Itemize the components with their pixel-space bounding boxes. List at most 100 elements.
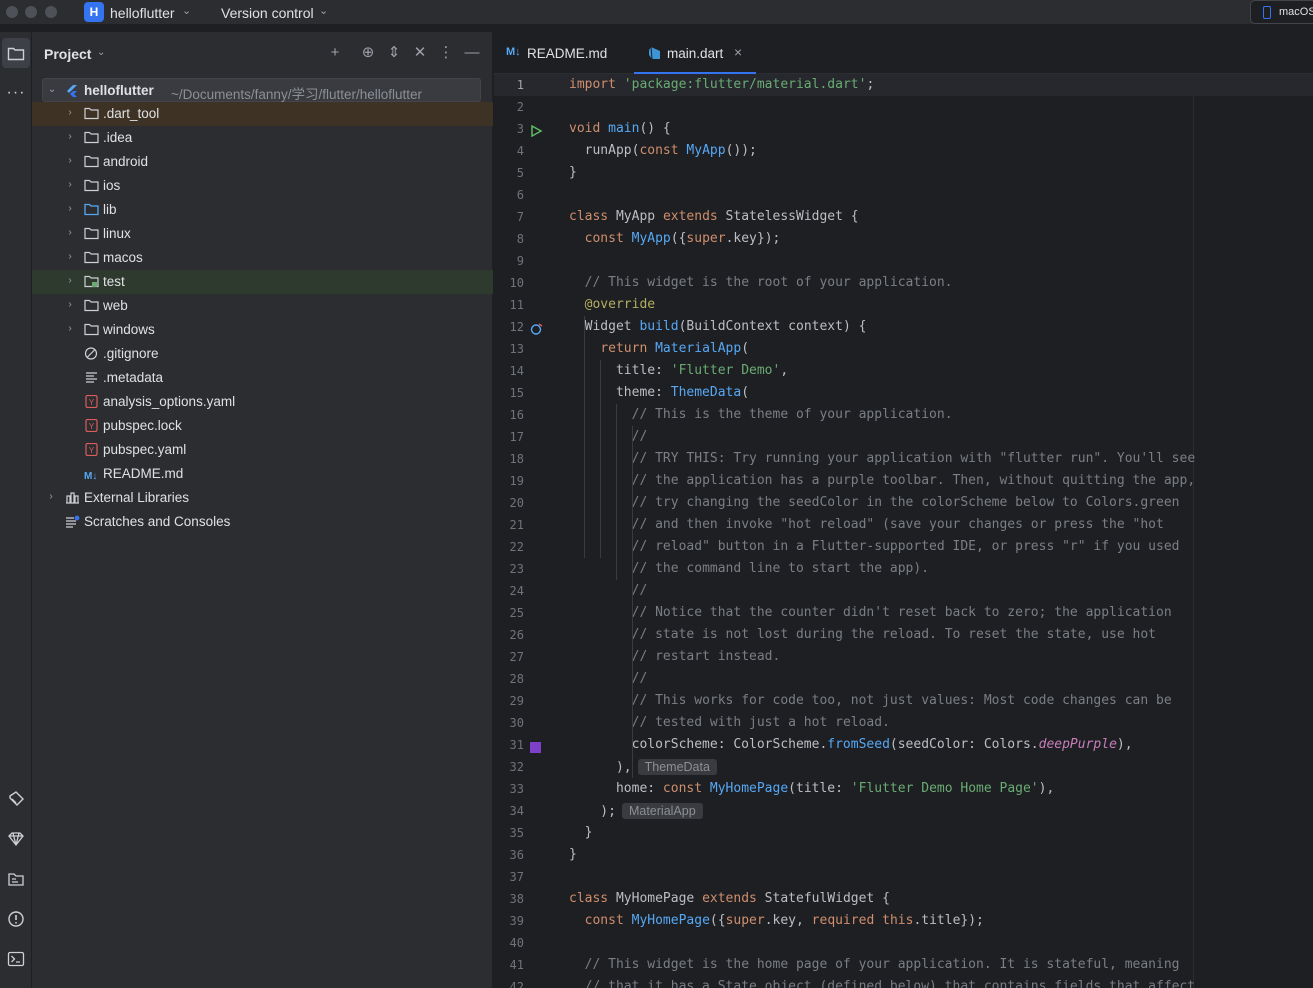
flutter-inspector-button[interactable] bbox=[0, 784, 32, 814]
line-number: 32 bbox=[509, 760, 524, 774]
code-line[interactable]: 9 bbox=[494, 250, 1313, 272]
chevron-right-icon[interactable]: › bbox=[64, 131, 76, 143]
chevron-right-icon[interactable]: › bbox=[64, 275, 76, 287]
tree-root-helloflutter[interactable]: ⌄ helloflutter ~/Documents/fanny/学习/flut… bbox=[42, 78, 481, 102]
code-line[interactable]: 7 class MyApp extends StatelessWidget { bbox=[494, 206, 1313, 228]
close-tab-icon[interactable]: × bbox=[734, 44, 742, 60]
code-line[interactable]: 15 theme: ThemeData( bbox=[494, 382, 1313, 404]
code-line[interactable]: 28 // bbox=[494, 668, 1313, 690]
chevron-right-icon[interactable]: › bbox=[45, 491, 57, 503]
line-number: 21 bbox=[509, 518, 524, 532]
code-line[interactable]: 34 ); MaterialApp bbox=[494, 800, 1313, 822]
code-text: title: 'Flutter Demo', bbox=[569, 363, 789, 378]
chevron-right-icon[interactable]: › bbox=[64, 323, 76, 335]
collapse-all-icon[interactable]: ✕ bbox=[410, 43, 430, 63]
tree-item-android[interactable]: › android bbox=[32, 150, 493, 174]
code-line[interactable]: 37 bbox=[494, 866, 1313, 888]
tree-item-pubspec-lock[interactable]: Ypubspec.lock bbox=[32, 414, 493, 438]
code-line[interactable]: 1 import 'package:flutter/material.dart'; bbox=[494, 74, 1313, 96]
code-editor[interactable]: 1 import 'package:flutter/material.dart';… bbox=[494, 74, 1313, 988]
version-control-menu[interactable]: Version control bbox=[221, 5, 314, 21]
locate-file-icon[interactable]: ⊕ bbox=[358, 43, 378, 63]
project-badge[interactable]: H bbox=[84, 2, 104, 22]
expand-all-icon[interactable]: ⇕ bbox=[384, 43, 404, 63]
code-line[interactable]: 14 title: 'Flutter Demo', bbox=[494, 360, 1313, 382]
code-text: // try changing the seedColor in the col… bbox=[631, 495, 1180, 510]
code-line[interactable]: 32 ), ThemeData bbox=[494, 756, 1313, 778]
device-selector[interactable]: macOS bbox=[1250, 0, 1313, 24]
tree-item-gitignore[interactable]: .gitignore bbox=[32, 342, 493, 366]
chevron-down-icon[interactable]: ⌄ bbox=[46, 84, 58, 96]
chevron-down-icon[interactable]: ⌄ bbox=[319, 4, 328, 17]
tree-item-test[interactable]: › test bbox=[32, 270, 493, 294]
code-line[interactable]: 38 class MyHomePage extends StatefulWidge… bbox=[494, 888, 1313, 910]
tree-item-scratches[interactable]: Scratches and Consoles bbox=[32, 510, 493, 534]
tree-item-analysis-options-yaml[interactable]: Yanalysis_options.yaml bbox=[32, 390, 493, 414]
tree-item-dart-tool[interactable]: › .dart_tool bbox=[32, 102, 493, 126]
tree-item-lib[interactable]: › lib bbox=[32, 198, 493, 222]
dart-devtools-button[interactable] bbox=[0, 864, 32, 894]
code-text: // This widget is the root of your appli… bbox=[584, 275, 953, 290]
chevron-down-icon[interactable]: ⌄ bbox=[182, 4, 191, 17]
code-line[interactable]: 6 bbox=[494, 184, 1313, 206]
line-number: 5 bbox=[516, 166, 524, 180]
project-tool-button[interactable] bbox=[2, 38, 30, 68]
code-line[interactable]: 3 void main() { bbox=[494, 118, 1313, 140]
code-line[interactable]: 41 // This widget is the home page of yo… bbox=[494, 954, 1313, 976]
code-line[interactable]: 10 // This widget is the root of your ap… bbox=[494, 272, 1313, 294]
code-line[interactable]: 26 // state is not lost during the reloa… bbox=[494, 624, 1313, 646]
project-view-selector[interactable]: Project bbox=[44, 46, 91, 62]
problems-button[interactable] bbox=[0, 904, 32, 934]
flutter-performance-button[interactable] bbox=[0, 824, 32, 854]
tab-main-dart[interactable]: main.dart × bbox=[634, 32, 756, 74]
minimize-window-button[interactable] bbox=[25, 6, 37, 18]
more-tools-button[interactable]: ··· bbox=[0, 78, 32, 108]
chevron-down-icon[interactable]: ⌄ bbox=[97, 47, 105, 58]
tab-readme[interactable]: M↓ README.md bbox=[494, 32, 625, 74]
tree-item-idea[interactable]: › .idea bbox=[32, 126, 493, 150]
tree-item-macos[interactable]: › macos bbox=[32, 246, 493, 270]
code-line[interactable]: 29 // This works for code too, not just … bbox=[494, 690, 1313, 712]
code-line[interactable]: 40 bbox=[494, 932, 1313, 954]
chevron-right-icon[interactable]: › bbox=[64, 203, 76, 215]
tree-item-pubspec-yaml[interactable]: Ypubspec.yaml bbox=[32, 438, 493, 462]
tree-item-external-libraries[interactable]: › External Libraries bbox=[32, 486, 493, 510]
chevron-right-icon[interactable]: › bbox=[64, 227, 76, 239]
code-line[interactable]: 39 const MyHomePage({super.key, required… bbox=[494, 910, 1313, 932]
new-file-icon[interactable]: + bbox=[325, 43, 345, 63]
chevron-right-icon[interactable]: › bbox=[64, 179, 76, 191]
code-line[interactable]: 8 const MyApp({super.key}); bbox=[494, 228, 1313, 250]
code-line[interactable]: 2 bbox=[494, 96, 1313, 118]
zoom-window-button[interactable] bbox=[45, 6, 57, 18]
code-line[interactable]: 31 colorScheme: ColorScheme.fromSeed(see… bbox=[494, 734, 1313, 756]
tree-item-readme-md[interactable]: M↓ README.md bbox=[32, 462, 493, 486]
chevron-right-icon[interactable]: › bbox=[64, 155, 76, 167]
markdown-icon: M↓ bbox=[506, 46, 521, 58]
code-line[interactable]: 5} bbox=[494, 162, 1313, 184]
code-line[interactable]: 27 // restart instead. bbox=[494, 646, 1313, 668]
code-line[interactable]: 30 // tested with just a hot reload. bbox=[494, 712, 1313, 734]
code-line[interactable]: 24 // bbox=[494, 580, 1313, 602]
options-icon[interactable]: ⋮ bbox=[436, 43, 456, 63]
tree-item-windows[interactable]: › windows bbox=[32, 318, 493, 342]
close-window-button[interactable] bbox=[6, 6, 18, 18]
code-line[interactable]: 36} bbox=[494, 844, 1313, 866]
code-line[interactable]: 12 Widget build(BuildContext context) { bbox=[494, 316, 1313, 338]
code-line[interactable]: 33 home: const MyHomePage(title: 'Flutte… bbox=[494, 778, 1313, 800]
project-selector[interactable]: helloflutter bbox=[110, 5, 175, 21]
chevron-right-icon[interactable]: › bbox=[64, 107, 76, 119]
chevron-right-icon[interactable]: › bbox=[64, 251, 76, 263]
tree-item-web[interactable]: › web bbox=[32, 294, 493, 318]
code-line[interactable]: 13 return MaterialApp( bbox=[494, 338, 1313, 360]
tree-item-metadata[interactable]: .metadata bbox=[32, 366, 493, 390]
hide-panel-icon[interactable]: — bbox=[462, 43, 482, 63]
code-line[interactable]: 25 // Notice that the counter didn't res… bbox=[494, 602, 1313, 624]
terminal-button[interactable] bbox=[0, 944, 32, 974]
code-line[interactable]: 4 runApp(const MyApp()); bbox=[494, 140, 1313, 162]
code-line[interactable]: 42 // that it has a State object (define… bbox=[494, 976, 1313, 988]
code-line[interactable]: 11 @override bbox=[494, 294, 1313, 316]
tree-item-ios[interactable]: › ios bbox=[32, 174, 493, 198]
code-line[interactable]: 35 } bbox=[494, 822, 1313, 844]
chevron-right-icon[interactable]: › bbox=[64, 299, 76, 311]
tree-item-linux[interactable]: › linux bbox=[32, 222, 493, 246]
